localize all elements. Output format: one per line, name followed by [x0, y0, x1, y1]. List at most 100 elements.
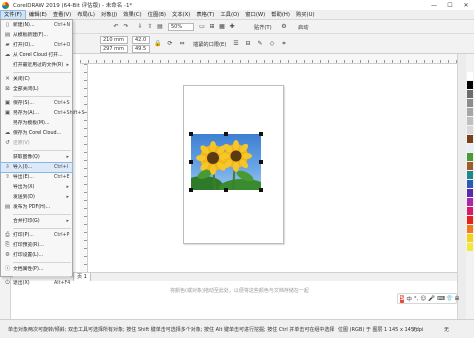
menu-view[interactable]: 查看(V): [50, 10, 74, 20]
x-position-field[interactable]: 42.0: [132, 36, 150, 44]
menu-window[interactable]: 窗口(W): [242, 10, 268, 20]
file-menu-item[interactable]: ☁ 从 Corel Cloud 打开...: [1, 51, 72, 60]
palette-swatch[interactable]: [467, 99, 473, 107]
selection-handle-top-left[interactable]: [189, 132, 193, 136]
selection-handle-middle-left[interactable]: [189, 160, 193, 164]
trace-bitmap-icon[interactable]: ◇: [268, 40, 276, 48]
file-menu-item[interactable]: 打开最近用过的文件(R) ▸: [1, 61, 72, 70]
ime-emoji-icon[interactable]: ☺: [420, 296, 426, 302]
selection-handle-top-middle[interactable]: [224, 132, 228, 136]
file-menu-item[interactable]: ⎘ 打印预览(R)...: [1, 241, 72, 250]
menu-tools[interactable]: 工具(O): [217, 10, 242, 20]
palette-swatch[interactable]: [467, 180, 473, 188]
selection-handle-bottom-middle[interactable]: [224, 188, 228, 192]
file-menu-item[interactable]: ☁ 保存为 Corel Cloud...: [1, 129, 72, 138]
menu-table[interactable]: 表格(T): [193, 10, 217, 20]
file-menu-item[interactable]: ▣ 保存(S)... Ctrl+S: [1, 99, 72, 108]
menu-help[interactable]: 帮助(H): [268, 10, 293, 20]
palette-swatch[interactable]: [467, 189, 473, 197]
crop-icon[interactable]: ⌗: [280, 40, 288, 48]
file-menu-item[interactable]: ⇩ 导入(I)... Ctrl+I: [0, 162, 73, 173]
selection-handle-middle-right[interactable]: [259, 160, 263, 164]
rulers-icon[interactable]: ⊞: [208, 23, 216, 31]
file-menu-item[interactable]: ⊠ 全部关闭(L): [1, 85, 72, 94]
file-menu-item[interactable]: ⇧ 导出(E)... Ctrl+E: [1, 173, 72, 182]
vertical-ruler[interactable]: [80, 64, 88, 272]
selection-handle-top-right[interactable]: [259, 132, 263, 136]
palette-swatch[interactable]: [467, 234, 473, 242]
mirror-horizontal-icon[interactable]: ⇔: [178, 40, 186, 48]
y-position-field[interactable]: 49.5: [132, 45, 150, 53]
palette-swatch[interactable]: [467, 108, 473, 116]
palette-swatch[interactable]: [467, 162, 473, 170]
file-menu-item[interactable]: 合并打印(G) ▸: [1, 217, 72, 226]
snap-to-dropdown[interactable]: 贴齐(T): [254, 24, 272, 31]
palette-swatch[interactable]: [467, 144, 473, 152]
horizontal-ruler[interactable]: [80, 54, 457, 64]
palette-swatch[interactable]: [467, 81, 473, 89]
object-width-field[interactable]: 210 mm: [100, 36, 128, 44]
ime-mode[interactable]: 中: [406, 295, 412, 303]
selection-handle-bottom-right[interactable]: [259, 188, 263, 192]
close-button[interactable]: ✕: [458, 0, 474, 10]
file-menu-item[interactable]: ▣ 另存为(A)... Ctrl+Shift+S: [1, 109, 85, 118]
options-gear-icon[interactable]: ⚙: [280, 23, 288, 31]
file-menu-item[interactable]: ▤ 发布为 PDF(H)...: [1, 203, 72, 212]
file-menu-item[interactable]: ⏻ 退出(X) Alt+F4: [1, 279, 72, 288]
full-screen-icon[interactable]: ▭: [198, 23, 206, 31]
file-menu-item[interactable]: ⎙ 打印(P)... Ctrl+P: [1, 231, 72, 240]
palette-swatch[interactable]: [467, 198, 473, 206]
menu-text[interactable]: 文本(X): [169, 10, 193, 20]
ime-keyboard-icon[interactable]: ⌨: [437, 296, 445, 302]
import-option-dropdown[interactable]: 插紧的口限(E): [193, 41, 226, 48]
wrap-text-icon[interactable]: ⊟: [244, 40, 252, 48]
palette-swatch[interactable]: [467, 225, 473, 233]
palette-swatch[interactable]: [467, 153, 473, 161]
launch-dropdown[interactable]: 启动: [298, 24, 308, 31]
guidelines-icon[interactable]: ✚: [228, 23, 236, 31]
menu-object[interactable]: 对象(J): [98, 10, 120, 20]
fill-indicator[interactable]: 无: [412, 326, 417, 333]
zoom-level-select[interactable]: 50%: [168, 23, 194, 31]
menu-effects[interactable]: 效果(C): [120, 10, 144, 20]
file-menu-item[interactable]: 导出为(X) ▸: [1, 183, 72, 192]
outline-indicator[interactable]: 无: [444, 326, 449, 333]
file-menu-item[interactable]: 另存为模板(M)...: [1, 119, 72, 128]
sunflower-bitmap[interactable]: [191, 134, 261, 190]
menu-edit[interactable]: 编辑(E): [26, 10, 50, 20]
grid-icon[interactable]: ▦: [218, 23, 226, 31]
file-menu-item[interactable]: ↺ 还原(V): [1, 139, 72, 148]
file-menu-item[interactable]: ✕ 关闭(C): [1, 75, 72, 84]
palette-swatch[interactable]: [467, 117, 473, 125]
palette-swatch[interactable]: [467, 90, 473, 98]
palette-swatch[interactable]: [467, 171, 473, 179]
palette-swatch[interactable]: [467, 207, 473, 215]
palette-swatch[interactable]: [467, 216, 473, 224]
menu-bitmaps[interactable]: 位图(B): [145, 10, 169, 20]
menu-file[interactable]: 文件(F): [0, 9, 26, 20]
object-height-field[interactable]: 297 mm: [100, 45, 128, 53]
minimize-button[interactable]: —: [426, 0, 442, 10]
maximize-button[interactable]: ☐: [442, 0, 458, 10]
import-toolbar-icon[interactable]: ⇩: [136, 23, 144, 31]
pdf-toolbar-icon[interactable]: ▤: [156, 23, 164, 31]
file-menu-item[interactable]: ⚙ 打印设置(L)...: [1, 251, 72, 260]
rotate-icon[interactable]: ⟳: [166, 40, 174, 48]
edit-bitmap-icon[interactable]: ✎: [256, 40, 264, 48]
redo-icon[interactable]: ↷: [122, 23, 130, 31]
file-menu-item[interactable]: ⓘ 文档属性(P)...: [1, 265, 72, 274]
file-menu-item[interactable]: 发送到(D) ▸: [1, 193, 72, 202]
lock-ratio-icon[interactable]: 🔒: [154, 40, 162, 48]
export-toolbar-icon[interactable]: ⇧: [146, 23, 154, 31]
file-menu-item[interactable]: ▤ 从模板新建(F)...: [1, 31, 72, 40]
ime-voice-icon[interactable]: 🎤: [428, 296, 435, 302]
ime-menu-icon[interactable]: ⊞: [455, 296, 460, 302]
selection-handle-bottom-left[interactable]: [189, 188, 193, 192]
ime-skin-icon[interactable]: 👕: [446, 296, 453, 302]
undo-icon[interactable]: ↶: [112, 23, 120, 31]
file-menu-item[interactable]: ▯ 新建(N)... Ctrl+N: [1, 21, 72, 30]
palette-swatch[interactable]: [467, 243, 473, 251]
file-menu-item[interactable]: 获取图像(Q) ▸: [1, 153, 72, 162]
file-menu-item[interactable]: ▰ 打开(O)... Ctrl+O: [1, 41, 72, 50]
docker-tabs[interactable]: [457, 54, 466, 319]
